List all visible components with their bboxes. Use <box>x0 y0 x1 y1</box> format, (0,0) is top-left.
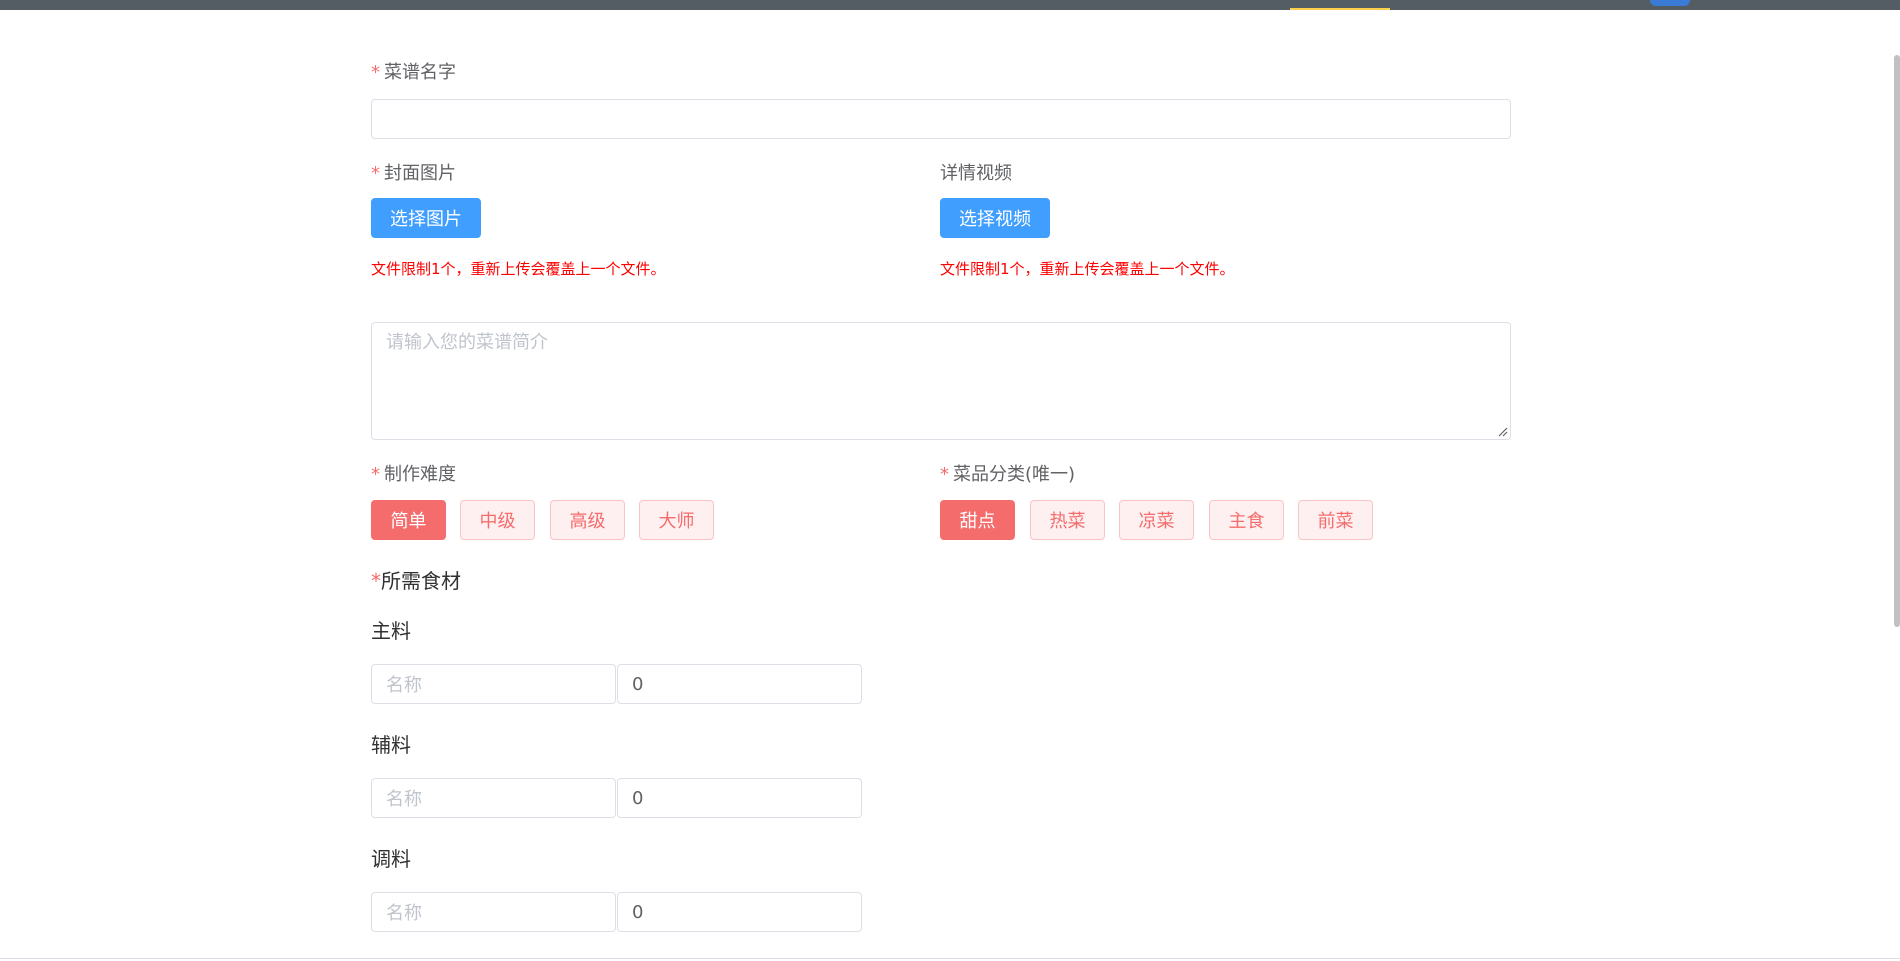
select-image-button[interactable]: 选择图片 <box>371 198 481 238</box>
category-label: * 菜品分类(唯一) <box>940 464 1076 485</box>
main-ingredient-amount-input[interactable]: 0 <box>617 664 862 704</box>
bottom-divider <box>0 958 1900 959</box>
secondary-ingredient-name-input[interactable]: 名称 <box>371 778 616 818</box>
category-option-dessert[interactable]: 甜点 <box>940 500 1015 540</box>
seasoning-title: 调料 <box>371 847 411 871</box>
difficulty-option-master[interactable]: 大师 <box>639 500 714 540</box>
top-nav-bar <box>0 0 1900 10</box>
category-option-appetizer[interactable]: 前菜 <box>1298 500 1373 540</box>
required-mark: * <box>371 62 380 83</box>
recipe-intro-textarea[interactable]: 请输入您的菜谱简介 <box>371 322 1511 440</box>
main-ingredient-name-input[interactable]: 名称 <box>371 664 616 704</box>
category-option-hot-dish[interactable]: 热菜 <box>1030 500 1105 540</box>
secondary-ingredient-amount-input[interactable]: 0 <box>617 778 862 818</box>
seasoning-amount-input[interactable]: 0 <box>617 892 862 932</box>
seasoning-name-input[interactable]: 名称 <box>371 892 616 932</box>
detail-video-label: 详情视频 <box>940 163 1012 184</box>
cover-image-label: * 封面图片 <box>371 163 456 184</box>
required-mark: * <box>371 569 381 593</box>
category-option-cold-dish[interactable]: 凉菜 <box>1119 500 1194 540</box>
recipe-name-label: * 菜谱名字 <box>371 62 456 83</box>
category-option-staple[interactable]: 主食 <box>1209 500 1284 540</box>
ingredients-title: *所需食材 <box>371 569 461 593</box>
difficulty-option-medium[interactable]: 中级 <box>460 500 535 540</box>
scrollbar[interactable] <box>1894 55 1900 627</box>
difficulty-option-easy[interactable]: 简单 <box>371 500 446 540</box>
difficulty-label: * 制作难度 <box>371 464 456 485</box>
textarea-placeholder: 请输入您的菜谱简介 <box>386 332 548 353</box>
resize-handle-icon[interactable] <box>1498 427 1508 437</box>
recipe-name-input[interactable] <box>371 99 1511 139</box>
active-nav-indicator <box>1290 8 1390 10</box>
cover-upload-hint: 文件限制1个，重新上传会覆盖上一个文件。 <box>371 260 666 278</box>
select-video-button[interactable]: 选择视频 <box>940 198 1050 238</box>
required-mark: * <box>940 464 949 485</box>
main-ingredient-title: 主料 <box>371 619 411 643</box>
difficulty-option-hard[interactable]: 高级 <box>550 500 625 540</box>
avatar[interactable] <box>1650 0 1690 6</box>
secondary-ingredient-title: 辅料 <box>371 733 411 757</box>
video-upload-hint: 文件限制1个，重新上传会覆盖上一个文件。 <box>940 260 1235 278</box>
required-mark: * <box>371 163 380 184</box>
required-mark: * <box>371 464 380 485</box>
